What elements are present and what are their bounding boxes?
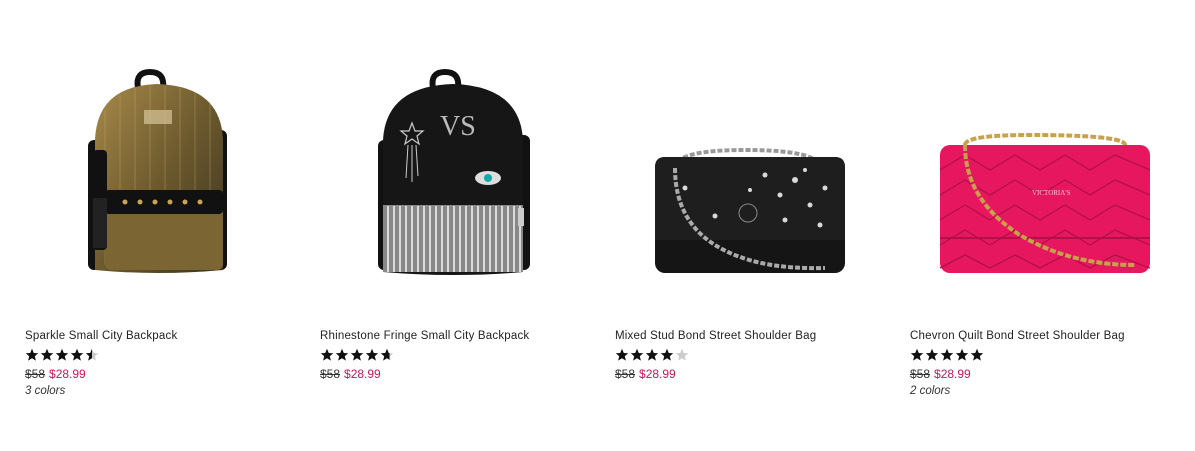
sale-price: $28.99 <box>49 367 86 381</box>
star-icon <box>955 348 969 361</box>
star-icon <box>910 348 924 361</box>
product-name[interactable]: Chevron Quilt Bond Street Shoulder Bag <box>910 330 1125 342</box>
star-icon <box>365 348 379 361</box>
original-price: $58 <box>615 367 636 381</box>
svg-text:VS: VS <box>440 111 476 142</box>
star-icon <box>55 348 69 361</box>
star-icon <box>70 348 84 361</box>
price: $58 $28.99 <box>910 367 971 381</box>
star-icon <box>645 348 659 361</box>
star-icon <box>660 348 674 361</box>
product-card[interactable]: Sparkle Small City Backpack $58 $28.99 3 … <box>25 20 295 420</box>
original-price: $58 <box>320 367 341 381</box>
star-icon <box>940 348 954 361</box>
star-icon <box>925 348 939 361</box>
svg-text:VICTORIA'S: VICTORIA'S <box>1032 189 1071 197</box>
sale-price: $28.99 <box>639 367 676 381</box>
star-icon <box>25 348 39 361</box>
product-name[interactable]: Rhinestone Fringe Small City Backpack <box>320 330 529 342</box>
price: $58 $28.99 <box>25 367 86 381</box>
product-card[interactable]: VS Rhinestone Fringe Small City Backpack… <box>320 20 590 420</box>
star-icon <box>630 348 644 361</box>
product-card[interactable]: VICTORIA'S Chevron Quilt Bond Street Sho… <box>910 20 1180 420</box>
price: $58 $28.99 <box>320 367 381 381</box>
star-icon <box>335 348 349 361</box>
price: $58 $28.99 <box>615 367 676 381</box>
original-price: $58 <box>25 367 46 381</box>
star-rating <box>615 348 689 362</box>
star-icon <box>675 348 689 361</box>
product-image[interactable]: VS <box>320 20 590 310</box>
star-icon <box>615 348 629 361</box>
product-card[interactable]: Mixed Stud Bond Street Shoulder Bag $58 $… <box>615 20 885 420</box>
product-name[interactable]: Mixed Stud Bond Street Shoulder Bag <box>615 330 816 342</box>
star-icon <box>350 348 364 361</box>
star-rating <box>25 348 99 362</box>
star-icon <box>380 348 394 361</box>
color-count[interactable]: 3 colors <box>25 385 65 397</box>
original-price: $58 <box>910 367 931 381</box>
star-icon <box>85 348 99 361</box>
sale-price: $28.99 <box>934 367 971 381</box>
color-count[interactable]: 2 colors <box>910 385 950 397</box>
product-name[interactable]: Sparkle Small City Backpack <box>25 330 177 342</box>
product-image[interactable]: VICTORIA'S <box>910 20 1180 310</box>
product-image[interactable] <box>25 20 295 310</box>
sale-price: $28.99 <box>344 367 381 381</box>
star-rating <box>910 348 984 362</box>
product-image[interactable] <box>615 20 885 310</box>
star-rating <box>320 348 394 362</box>
star-icon <box>970 348 984 361</box>
star-icon <box>320 348 334 361</box>
product-grid: Sparkle Small City Backpack $58 $28.99 3 … <box>0 0 1195 451</box>
star-icon <box>40 348 54 361</box>
